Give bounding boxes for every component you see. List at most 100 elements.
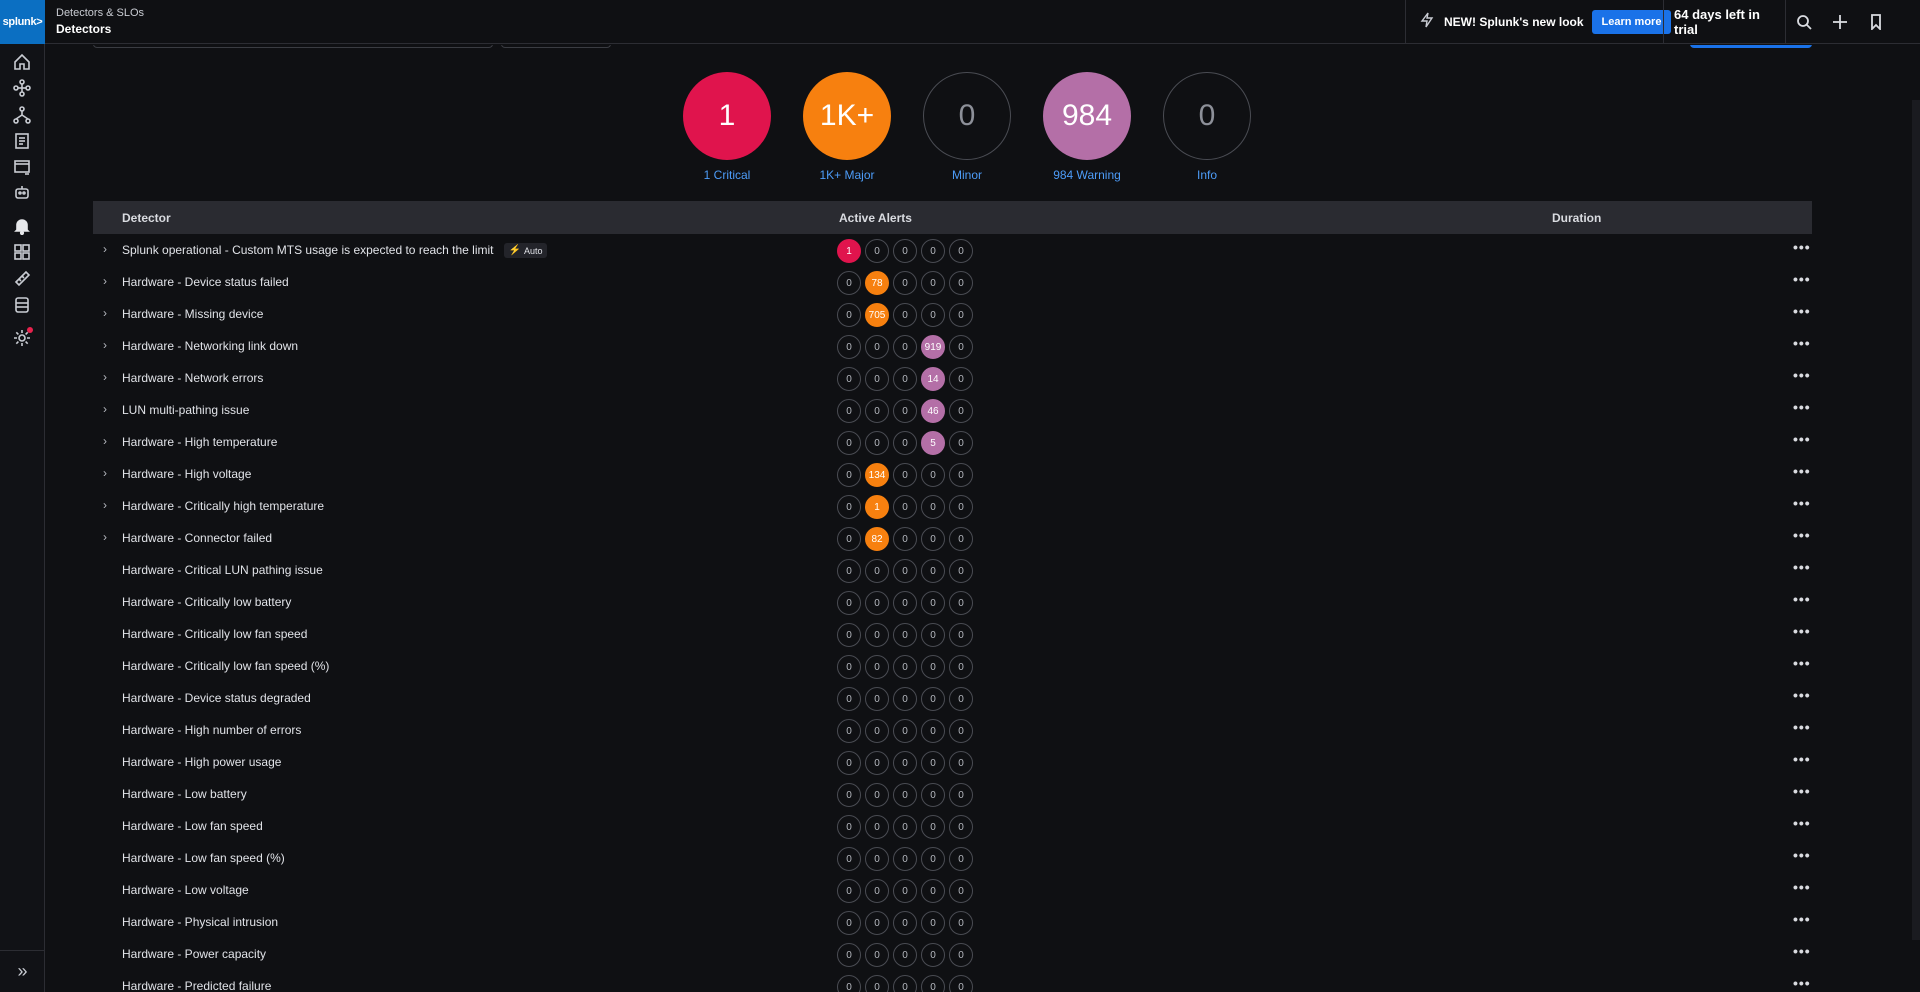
more-actions-icon[interactable]: •••: [1793, 784, 1811, 798]
alert-count-minor[interactable]: 0: [893, 879, 917, 903]
detector-name[interactable]: Hardware - Missing device: [122, 307, 263, 321]
alert-count-major[interactable]: 82: [865, 527, 889, 551]
more-actions-icon[interactable]: •••: [1793, 976, 1811, 990]
more-actions-icon[interactable]: •••: [1793, 848, 1811, 862]
alert-count-minor[interactable]: 0: [893, 495, 917, 519]
alert-count-info[interactable]: 0: [949, 943, 973, 967]
alert-count-warning[interactable]: 0: [921, 719, 945, 743]
alert-count-warning[interactable]: 46: [921, 399, 945, 423]
alert-count-critical[interactable]: 0: [837, 303, 861, 327]
alert-count-info[interactable]: 0: [949, 879, 973, 903]
alert-count-warning[interactable]: 0: [921, 751, 945, 775]
detector-name[interactable]: Hardware - High voltage: [122, 467, 251, 481]
table-row[interactable]: Hardware - High power usage 0 0 0 0 0 •••: [93, 746, 1812, 778]
table-row[interactable]: › Splunk operational - Custom MTS usage i…: [93, 234, 1812, 266]
column-active-alerts[interactable]: Active Alerts: [839, 211, 912, 225]
severity-minor-count[interactable]: 0: [923, 72, 1011, 160]
slo-icon[interactable]: [12, 268, 32, 288]
trial-status[interactable]: 64 days left in trial: [1663, 0, 1783, 44]
alert-count-major[interactable]: 0: [865, 239, 889, 263]
alert-count-warning[interactable]: 0: [921, 687, 945, 711]
alert-count-info[interactable]: 0: [949, 335, 973, 359]
alert-count-major[interactable]: 705: [865, 303, 889, 327]
table-row[interactable]: › Hardware - Device status failed 0 78 0 0 0 ••…: [93, 266, 1812, 298]
alert-count-critical[interactable]: 0: [837, 495, 861, 519]
table-row[interactable]: Hardware - Critically low fan speed (%) 0…: [93, 650, 1812, 682]
severity-critical-count[interactable]: 1: [683, 72, 771, 160]
table-row[interactable]: Hardware - Low voltage 0 0 0 0 0 •••: [93, 874, 1812, 906]
column-duration[interactable]: Duration: [1552, 211, 1601, 225]
detector-name[interactable]: Hardware - Physical intrusion: [122, 915, 278, 929]
table-row[interactable]: › LUN multi-pathing issue 0 0 0 46 0 •••: [93, 394, 1812, 426]
alert-count-minor[interactable]: 0: [893, 751, 917, 775]
alert-count-warning[interactable]: 5: [921, 431, 945, 455]
apm-icon[interactable]: [12, 105, 32, 125]
chevron-right-icon[interactable]: ›: [103, 435, 115, 447]
alert-count-critical[interactable]: 0: [837, 847, 861, 871]
severity-critical-label[interactable]: 1 Critical: [682, 168, 772, 182]
alert-count-minor[interactable]: 0: [893, 655, 917, 679]
alert-count-minor[interactable]: 0: [893, 943, 917, 967]
filter-button[interactable]: [501, 45, 611, 48]
chevron-right-icon[interactable]: ›: [103, 467, 115, 479]
alert-count-critical[interactable]: 0: [837, 687, 861, 711]
more-actions-icon[interactable]: •••: [1793, 496, 1811, 510]
infrastructure-icon[interactable]: [12, 78, 32, 98]
alert-count-major[interactable]: 0: [865, 623, 889, 647]
table-row[interactable]: Hardware - Predicted failure 0 0 0 0 0 •••: [93, 970, 1812, 992]
more-actions-icon[interactable]: •••: [1793, 944, 1811, 958]
table-row[interactable]: › Hardware - Missing device 0 705 0 0 0 •••: [93, 298, 1812, 330]
severity-info-count[interactable]: 0: [1163, 72, 1251, 160]
more-actions-icon[interactable]: •••: [1793, 432, 1811, 446]
detector-name[interactable]: Hardware - Low voltage: [122, 883, 249, 897]
alert-count-critical[interactable]: 0: [837, 559, 861, 583]
alert-count-minor[interactable]: 0: [893, 623, 917, 647]
alert-count-minor[interactable]: 0: [893, 271, 917, 295]
more-actions-icon[interactable]: •••: [1793, 880, 1811, 894]
table-row[interactable]: › Hardware - Connector failed 0 82 0 0 0 •••: [93, 522, 1812, 554]
alert-count-minor[interactable]: 0: [893, 399, 917, 423]
more-actions-icon[interactable]: •••: [1793, 304, 1811, 318]
plus-icon[interactable]: [1822, 0, 1858, 44]
severity-warning[interactable]: 984 984 Warning: [1042, 72, 1132, 182]
alerts-bell-icon[interactable]: [12, 216, 32, 236]
alert-count-minor[interactable]: 0: [893, 783, 917, 807]
alert-count-critical[interactable]: 0: [837, 431, 861, 455]
alert-count-minor[interactable]: 0: [893, 591, 917, 615]
table-row[interactable]: Hardware - High number of errors 0 0 0 0 0 •••: [93, 714, 1812, 746]
alert-count-info[interactable]: 0: [949, 303, 973, 327]
table-row[interactable]: Hardware - Power capacity 0 0 0 0 0 •••: [93, 938, 1812, 970]
chevron-right-icon[interactable]: ›: [103, 531, 115, 543]
more-actions-icon[interactable]: •••: [1793, 592, 1811, 606]
alert-count-major[interactable]: 0: [865, 943, 889, 967]
expand-nav-icon[interactable]: »: [0, 950, 45, 992]
alert-count-info[interactable]: 0: [949, 975, 973, 992]
severity-minor[interactable]: 0 Minor: [922, 72, 1012, 182]
alert-count-info[interactable]: 0: [949, 783, 973, 807]
alert-count-warning[interactable]: 0: [921, 303, 945, 327]
settings-icon[interactable]: [12, 327, 33, 348]
table-row[interactable]: Hardware - Low fan speed 0 0 0 0 0 •••: [93, 810, 1812, 842]
alert-count-major[interactable]: 78: [865, 271, 889, 295]
table-row[interactable]: Hardware - Critically low fan speed 0 0 0 0 0…: [93, 618, 1812, 650]
alert-count-warning[interactable]: 0: [921, 975, 945, 992]
chevron-right-icon[interactable]: ›: [103, 339, 115, 351]
alert-count-warning[interactable]: 14: [921, 367, 945, 391]
bookmark-icon[interactable]: [1858, 0, 1894, 44]
data-management-icon[interactable]: [12, 295, 32, 315]
more-actions-icon[interactable]: •••: [1793, 752, 1811, 766]
alert-count-warning[interactable]: 0: [921, 623, 945, 647]
alert-count-info[interactable]: 0: [949, 719, 973, 743]
alert-count-major[interactable]: 0: [865, 687, 889, 711]
alert-count-critical[interactable]: 0: [837, 463, 861, 487]
learn-more-button[interactable]: Learn more: [1591, 10, 1672, 34]
alert-count-major[interactable]: 0: [865, 559, 889, 583]
alert-count-critical[interactable]: 0: [837, 783, 861, 807]
alert-count-critical[interactable]: 0: [837, 335, 861, 359]
alert-count-warning[interactable]: 0: [921, 527, 945, 551]
alert-count-critical[interactable]: 0: [837, 943, 861, 967]
alert-count-warning[interactable]: 0: [921, 271, 945, 295]
alert-count-minor[interactable]: 0: [893, 687, 917, 711]
alert-count-info[interactable]: 0: [949, 399, 973, 423]
alert-count-critical[interactable]: 0: [837, 751, 861, 775]
